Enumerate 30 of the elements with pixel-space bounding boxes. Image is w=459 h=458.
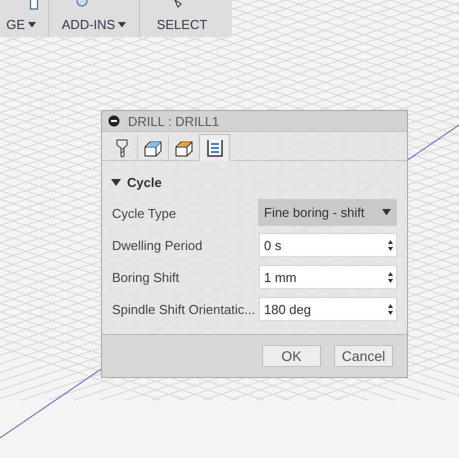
toolbar-menu-button[interactable]: ADD-INS <box>62 17 126 32</box>
cursor-icon <box>174 0 182 8</box>
caret-icon <box>382 208 391 216</box>
tab[interactable] <box>199 134 230 161</box>
spinner-arrows-icon[interactable] <box>388 304 393 314</box>
spinner-arrows-icon[interactable] <box>388 272 393 282</box>
ok-button[interactable]: OK <box>262 345 321 367</box>
box-icon <box>174 139 192 157</box>
field-label: Dwelling Period <box>112 238 202 252</box>
spinner-arrows-icon[interactable] <box>388 240 393 250</box>
list-icon <box>206 138 222 156</box>
dialog-title: DRILL : DRILL1 <box>128 114 220 128</box>
toolbar-menu-button[interactable]: SELECT <box>156 17 208 32</box>
caret-icon <box>118 22 126 28</box>
toolbar-menu-button[interactable]: GE <box>6 17 36 32</box>
input-field[interactable]: 180 deg <box>259 297 397 321</box>
input-field[interactable]: 1 mm <box>259 265 397 289</box>
cancel-button[interactable]: Cancel <box>334 345 393 367</box>
field-label: Cycle Type <box>112 206 176 220</box>
section-title[interactable]: Cycle <box>127 174 162 190</box>
panel-icon <box>30 0 38 10</box>
dropdown[interactable]: Fine boring - shift <box>258 198 397 226</box>
drill-bit-icon <box>114 138 128 158</box>
caret-icon <box>28 22 36 28</box>
box-icon <box>144 139 162 157</box>
input-field[interactable]: 0 s <box>259 233 397 257</box>
collapse-icon[interactable] <box>108 115 120 127</box>
caret-icon <box>111 179 121 186</box>
field-label: Spindle Shift Orientatic... <box>112 302 256 316</box>
field-label: Boring Shift <box>112 270 180 284</box>
